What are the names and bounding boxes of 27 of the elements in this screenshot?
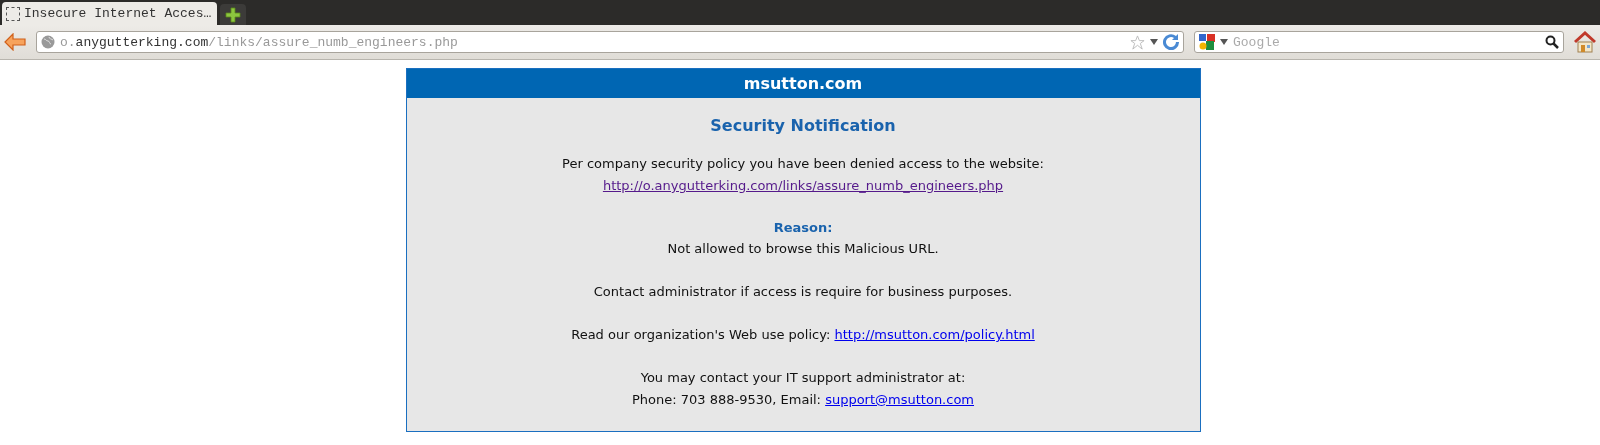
dropdown-icon[interactable] bbox=[1220, 39, 1228, 45]
policy-link[interactable]: http://msutton.com/policy.html bbox=[834, 327, 1035, 342]
reason-label: Reason: bbox=[773, 219, 833, 237]
policy-text: Read our organization's Web use policy: bbox=[571, 327, 831, 342]
search-input[interactable]: Google bbox=[1233, 34, 1540, 50]
support-text: You may contact your IT support administrator at: bbox=[640, 369, 966, 387]
new-tab-button[interactable] bbox=[220, 4, 247, 25]
reason-text: Not allowed to browse this Malicious URL. bbox=[667, 240, 939, 258]
browser-tab[interactable]: Insecure Internet Acces… bbox=[2, 2, 218, 25]
notification-heading: Security Notification bbox=[710, 116, 896, 135]
search-icon[interactable] bbox=[1545, 35, 1559, 49]
star-icon[interactable] bbox=[1130, 34, 1145, 50]
site-title: msutton.com bbox=[406, 69, 1200, 98]
back-arrow-icon[interactable] bbox=[4, 33, 26, 51]
globe-icon bbox=[41, 35, 55, 49]
dropdown-icon[interactable] bbox=[1150, 39, 1158, 45]
google-logo-icon bbox=[1199, 34, 1215, 50]
address-field[interactable]: o.anygutterking.com/links/assure_numb_engineers.php bbox=[36, 31, 1184, 53]
search-field[interactable]: Google bbox=[1194, 31, 1564, 53]
blank-page-icon bbox=[6, 6, 20, 21]
phone-text: Phone: 703 888-9530, Email: bbox=[631, 392, 821, 407]
blocked-url-link[interactable]: http://o.anygutterking.com/links/assure_numb_engineers.php bbox=[602, 175, 1004, 197]
message-text: Per company security policy you have been denied access to the website: bbox=[562, 155, 1044, 173]
contact-text: Contact administrator if access is require for business purposes. bbox=[593, 283, 1013, 301]
home-icon[interactable] bbox=[1574, 31, 1596, 53]
email-link[interactable]: support@msutton.com bbox=[825, 392, 974, 407]
reload-icon[interactable] bbox=[1163, 34, 1179, 50]
